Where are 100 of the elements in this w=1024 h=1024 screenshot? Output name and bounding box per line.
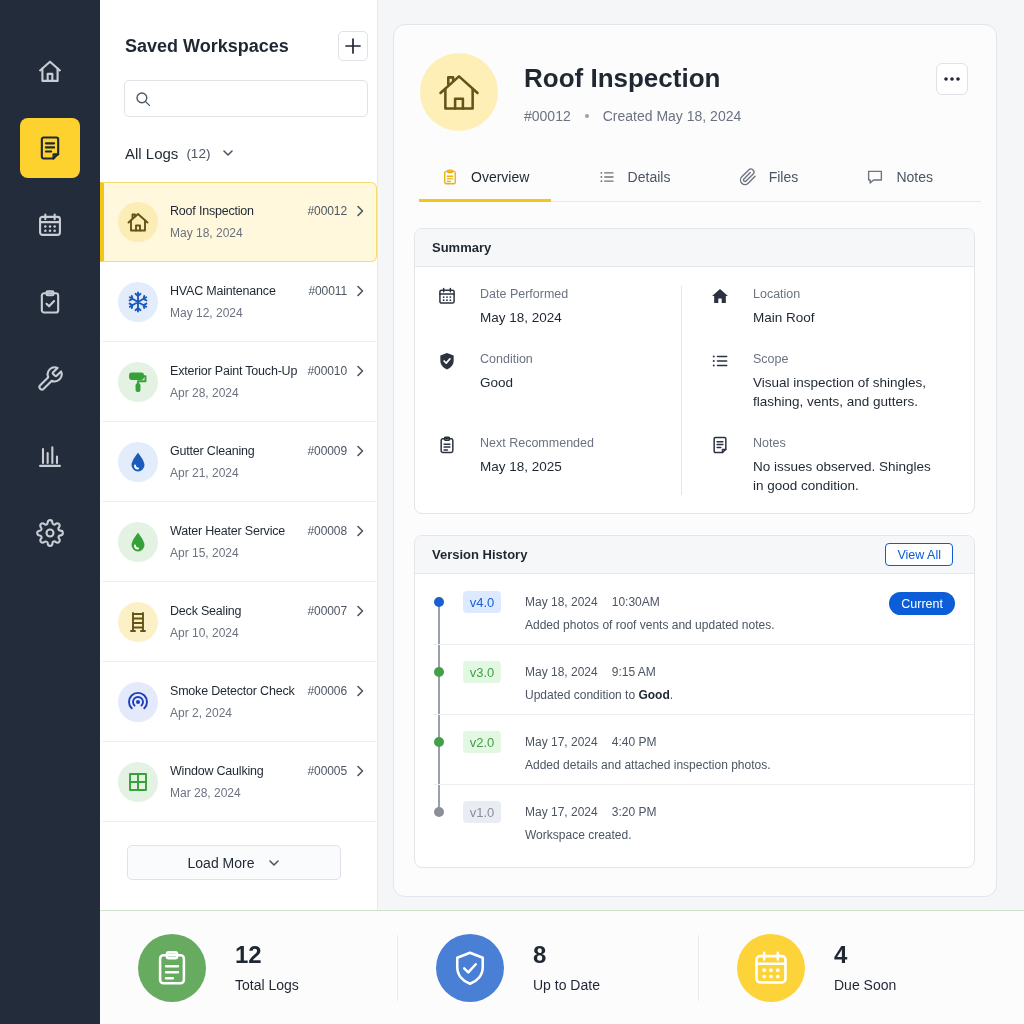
version-time: 4:40 PM <box>611 734 657 751</box>
field-label: Scope <box>753 351 790 367</box>
load-more-button[interactable]: Load More <box>127 845 341 880</box>
version-note: Updated condition to Good. <box>525 687 675 703</box>
item-date: May 12, 2024 <box>170 305 244 321</box>
nav-button[interactable] <box>20 118 80 178</box>
chevron-right-icon <box>355 765 364 777</box>
item-date: Apr 21, 2024 <box>170 465 240 481</box>
item-title: Deck Sealing <box>170 603 243 619</box>
item-date: Apr 28, 2024 <box>170 385 240 401</box>
version-time: 10:30AM <box>611 594 660 611</box>
version-tag: v4.0 <box>463 591 501 613</box>
item-id: #00006 <box>307 684 347 698</box>
version-time: 9:15 AM <box>611 664 656 681</box>
item-title: Water Heater Service <box>170 523 287 539</box>
record-title: Roof Inspection <box>524 62 722 95</box>
item-title: Roof Inspection <box>170 203 255 219</box>
more-icon <box>944 77 960 81</box>
plus-icon <box>345 38 361 54</box>
chevron-right-icon <box>355 365 364 377</box>
paperclip-icon <box>738 167 757 186</box>
item-date: Apr 15, 2024 <box>170 545 240 561</box>
tab[interactable]: Notes <box>844 154 955 202</box>
chevron-right-icon <box>355 285 364 297</box>
sidebar-item[interactable]: Roof Inspection #00012 May 18, 2024 <box>100 182 377 262</box>
sidebar-title: Saved Workspaces <box>125 35 289 57</box>
clipboard-icon <box>441 167 459 186</box>
view-all-button[interactable]: View All <box>885 543 953 566</box>
chevron-right-icon <box>355 685 364 697</box>
version-date: May 17, 2024 <box>525 734 598 751</box>
tab[interactable]: Overview <box>419 154 552 202</box>
current-tag: Current <box>889 592 955 615</box>
stat-value: 4 <box>834 941 849 969</box>
stat-label: Total Logs <box>235 977 299 994</box>
tab[interactable]: Details <box>575 154 693 202</box>
item-id: #00011 <box>308 284 347 298</box>
field-label: Date Performed <box>480 286 569 302</box>
calendar-icon <box>437 286 457 306</box>
item-date: Mar 28, 2024 <box>170 785 242 801</box>
item-title: HVAC Maintenance <box>170 283 277 299</box>
version-date: May 18, 2024 <box>525 664 598 681</box>
item-title: Smoke Detector Check <box>170 683 296 699</box>
item-date: May 18, 2024 <box>170 225 244 241</box>
history-title: Version History <box>432 547 528 562</box>
version-tag: v3.0 <box>463 661 501 683</box>
field-label: Location <box>753 286 802 302</box>
document-icon <box>710 435 730 455</box>
stat-value: 12 <box>235 941 263 969</box>
chevron-right-icon <box>355 605 364 617</box>
clipboard-icon <box>437 435 457 455</box>
tab[interactable]: Files <box>716 154 821 202</box>
item-id: #00010 <box>307 364 347 378</box>
version-note: Added photos of roof vents and updated notes. <box>525 617 776 633</box>
item-title: Gutter Cleaning <box>170 443 256 459</box>
version-note: Added details and attached inspection photos. <box>525 757 772 773</box>
field-value: Main Roof <box>753 309 815 327</box>
chevron-right-icon <box>355 525 364 537</box>
version-date: May 17, 2024 <box>525 804 598 821</box>
version-time: 3:20 PM <box>611 804 657 821</box>
search-icon <box>134 89 152 108</box>
record-id: #00012 <box>524 107 571 125</box>
stat-label: Due Soon <box>834 977 897 994</box>
calendar-icon <box>36 211 64 239</box>
chevron-down-icon <box>222 147 235 159</box>
version-date: May 18, 2024 <box>525 594 598 611</box>
item-title: Window Caulking <box>170 763 265 779</box>
chevron-right-icon <box>355 445 364 457</box>
version-tag: v2.0 <box>463 731 501 753</box>
filter-dropdown[interactable]: All Logs (12) <box>125 141 235 165</box>
item-date: Apr 10, 2024 <box>170 625 240 641</box>
summary-title: Summary <box>432 240 492 255</box>
separator-dot-icon <box>584 114 589 118</box>
item-id: #00007 <box>307 604 347 618</box>
settings-icon <box>36 519 64 547</box>
add-button[interactable] <box>338 31 368 61</box>
field-value: May 18, 2025 <box>480 458 563 476</box>
field-label: Condition <box>480 351 533 367</box>
item-id: #00005 <box>307 764 347 778</box>
item-id: #00012 <box>307 204 347 218</box>
field-value: Visual inspection of shingles, flashing, vents, and gutters. <box>753 374 928 411</box>
stat-label: Up to Date <box>533 977 600 994</box>
stat-value: 8 <box>533 941 548 969</box>
shield-check-icon <box>437 351 457 371</box>
field-value: May 18, 2024 <box>480 309 563 327</box>
field-label: Next Recommended <box>480 435 594 451</box>
version-note: Workspace created. <box>525 827 633 843</box>
item-id: #00009 <box>307 444 347 458</box>
item-id: #00008 <box>307 524 347 538</box>
house-icon <box>710 286 730 306</box>
chevron-right-icon <box>355 205 364 217</box>
field-value: Good <box>480 374 515 392</box>
item-date: Apr 2, 2024 <box>170 705 234 721</box>
search-field[interactable] <box>124 80 368 117</box>
created-date: Created May 18, 2024 <box>602 107 742 125</box>
version-tag: v1.0 <box>463 801 501 823</box>
field-value: No issues observed. Shingles in good condition. <box>753 458 932 495</box>
item-title: Exterior Paint Touch-Up <box>170 363 299 379</box>
field-label: Notes <box>753 435 787 451</box>
wrench-icon <box>36 365 64 393</box>
more-button[interactable] <box>936 63 968 95</box>
